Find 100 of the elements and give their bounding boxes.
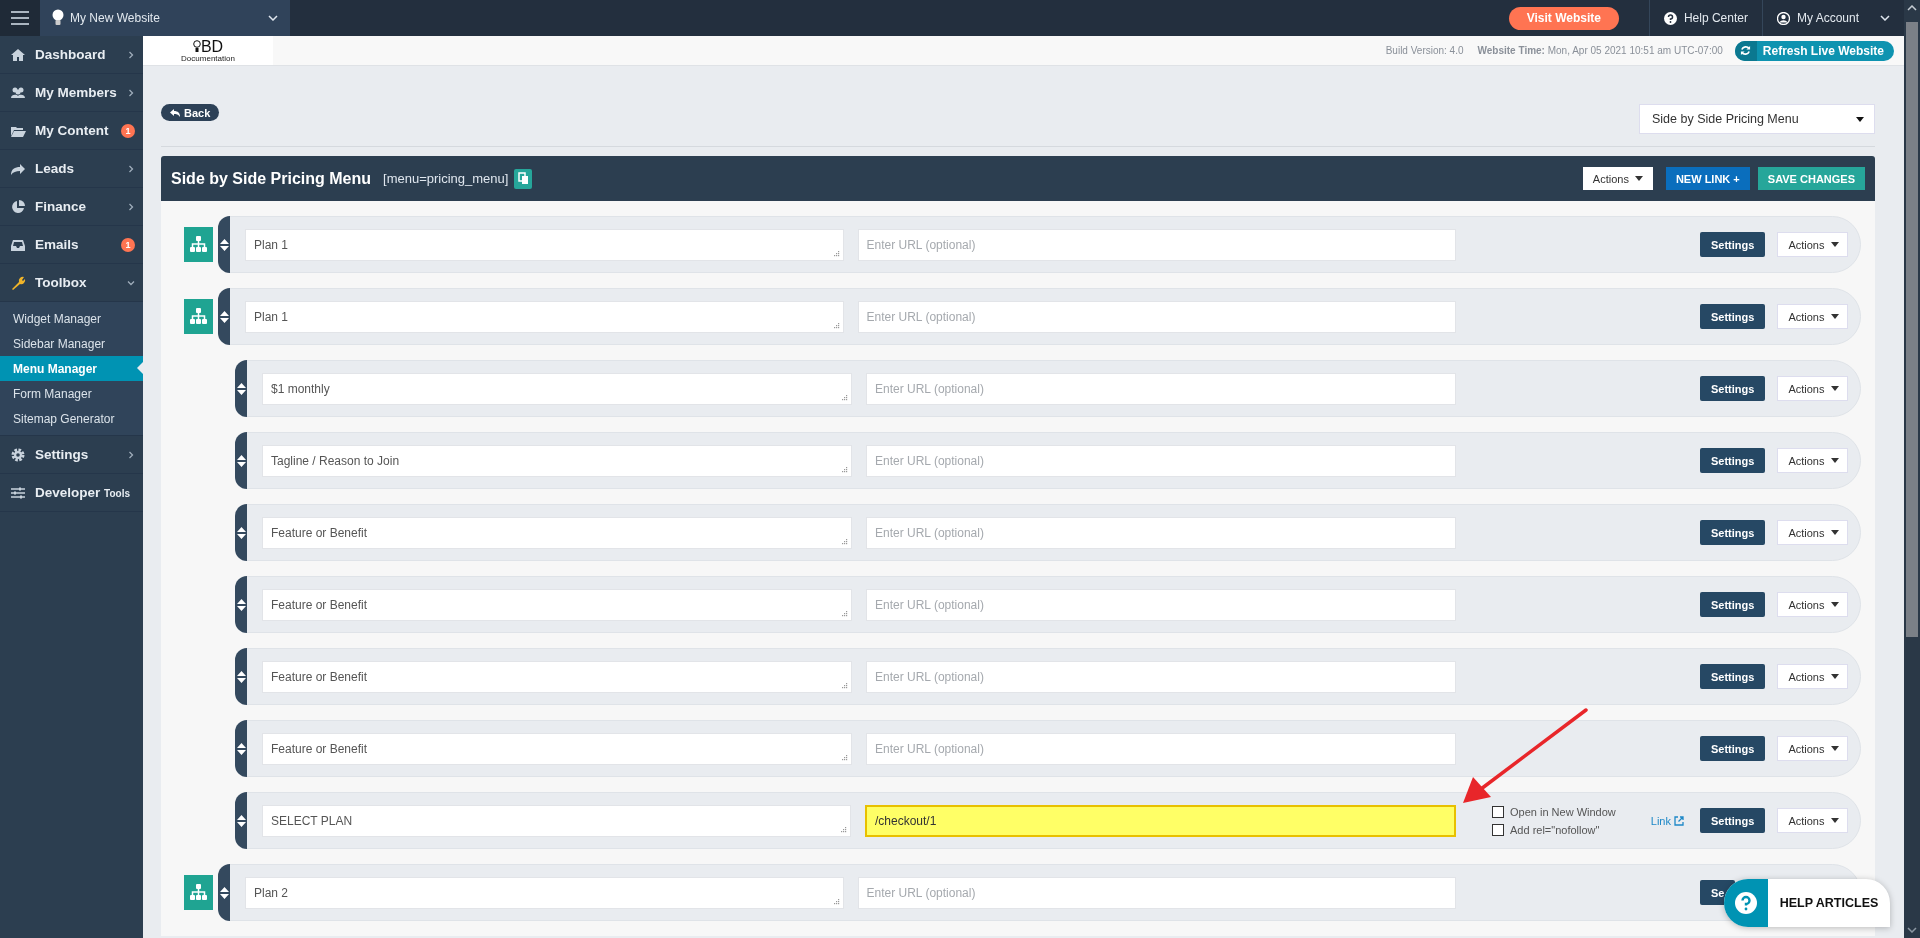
copy-button[interactable]: [514, 168, 533, 189]
resize-grip-icon[interactable]: [841, 609, 848, 617]
title-field[interactable]: Plan 1: [245, 228, 844, 261]
caret-icon: [1831, 530, 1840, 535]
up-down-arrows-icon: [236, 741, 246, 756]
caret-icon: [1634, 176, 1643, 181]
settings-button[interactable]: Settings: [1700, 448, 1766, 473]
caret-icon: [1831, 602, 1840, 607]
checkbox[interactable]: [1492, 823, 1504, 836]
user-icon: [1776, 11, 1790, 25]
actions-button[interactable]: Actions: [1777, 592, 1849, 617]
drag-handle[interactable]: [235, 432, 247, 489]
title-field[interactable]: Plan 1: [245, 300, 844, 333]
resize-grip-icon[interactable]: [832, 321, 840, 329]
caret-icon: [1831, 314, 1840, 319]
submenu-item[interactable]: Menu Manager: [0, 356, 143, 381]
scroll-up-icon[interactable]: [1907, 5, 1917, 11]
help-articles-button[interactable]: HELP ARTICLES: [1724, 879, 1890, 927]
checkbox-label: Add rel="nofollow": [1510, 823, 1600, 836]
up-down-arrows-icon: [236, 525, 246, 540]
title-field[interactable]: Feature or Benefit: [262, 660, 852, 693]
sitemap-icon[interactable]: [184, 875, 213, 910]
help-icon: [1663, 11, 1677, 25]
settings-button[interactable]: Settings: [1700, 520, 1766, 545]
drag-handle[interactable]: [235, 576, 247, 633]
sitemap-icon[interactable]: [184, 299, 213, 334]
drag-handle[interactable]: [235, 648, 247, 705]
drag-handle[interactable]: [235, 792, 247, 849]
gear-icon: [10, 446, 26, 463]
checkbox[interactable]: [1492, 805, 1504, 818]
drag-handle[interactable]: [218, 216, 230, 273]
resize-grip-icon[interactable]: [832, 249, 840, 257]
caret-icon: [1831, 242, 1840, 247]
chevron-down-icon: [1880, 15, 1890, 21]
sidebar-item[interactable]: Emails 1: [0, 226, 143, 264]
actions-button[interactable]: Actions: [1777, 232, 1849, 257]
submenu-item[interactable]: Widget Manager: [0, 306, 143, 331]
actions-button[interactable]: Actions: [1777, 448, 1849, 473]
submenu-item[interactable]: Sidebar Manager: [0, 331, 143, 356]
website-time: Website Time: Mon, Apr 05 2021 10:51 am UTC-07:00: [1477, 45, 1723, 56]
url-field[interactable]: /checkout/1: [865, 804, 1456, 837]
settings-button[interactable]: Settings: [1700, 232, 1766, 257]
scrollbar[interactable]: [1904, 0, 1920, 938]
title-field[interactable]: Feature or Benefit: [262, 516, 852, 549]
actions-button[interactable]: Actions: [1777, 736, 1849, 761]
title-field[interactable]: SELECT PLAN: [262, 804, 851, 837]
up-down-arrows-icon: [236, 669, 246, 684]
title-field[interactable]: Plan 2: [245, 876, 844, 909]
help-icon: [1735, 892, 1757, 914]
resize-grip-icon[interactable]: [841, 753, 848, 761]
caret-icon: [1831, 746, 1840, 751]
scroll-down-icon[interactable]: [1907, 927, 1917, 933]
menu-icon: [11, 11, 29, 25]
title-field[interactable]: Feature or Benefit: [262, 588, 852, 621]
menu-dropdown[interactable]: Side by Side Pricing Menu: [1639, 104, 1875, 134]
settings-button[interactable]: Settings: [1700, 808, 1766, 833]
drag-handle[interactable]: [235, 360, 247, 417]
settings-button[interactable]: Settings: [1700, 304, 1766, 329]
drag-handle[interactable]: [218, 288, 230, 345]
new-link-button[interactable]: NEW LINK +: [1665, 167, 1750, 190]
settings-button[interactable]: Settings: [1700, 376, 1766, 401]
settings-button[interactable]: Settings: [1700, 592, 1766, 617]
submenu-item[interactable]: Form Manager: [0, 381, 143, 406]
drag-handle[interactable]: [218, 864, 230, 921]
up-down-arrows-icon: [236, 453, 246, 468]
title-field[interactable]: $1 monthly: [262, 372, 852, 405]
actions-button[interactable]: Actions: [1777, 520, 1849, 545]
resize-grip-icon[interactable]: [841, 393, 848, 401]
drag-handle[interactable]: [235, 504, 247, 561]
actions-button[interactable]: Actions: [1777, 664, 1849, 689]
title-field[interactable]: Tagline / Reason to Join: [262, 444, 852, 477]
wrench-icon: [10, 274, 26, 291]
settings-button[interactable]: Settings: [1700, 736, 1766, 761]
drag-handle[interactable]: [235, 720, 247, 777]
resize-grip-icon[interactable]: [841, 681, 848, 689]
refresh-live-website-button[interactable]: Refresh Live Website: [1734, 40, 1894, 61]
up-down-arrows-icon: [236, 381, 246, 396]
website-selector[interactable]: My New Website: [40, 0, 290, 36]
copy-icon: [517, 172, 529, 185]
back-button[interactable]: Back: [161, 104, 220, 121]
submenu-item[interactable]: Sitemap Generator: [0, 406, 143, 431]
settings-button[interactable]: Settings: [1700, 664, 1766, 689]
back-arrow-icon: [170, 108, 180, 117]
sidebar-item[interactable]: My Content 1: [0, 112, 143, 150]
resize-grip-icon[interactable]: [841, 537, 848, 545]
resize-grip-icon[interactable]: [841, 465, 848, 473]
actions-button[interactable]: Actions: [1777, 304, 1849, 329]
actions-button[interactable]: Actions: [1582, 167, 1653, 190]
title-field[interactable]: Feature or Benefit: [262, 732, 852, 765]
resize-grip-icon[interactable]: [840, 825, 847, 833]
count-badge: 1: [121, 123, 135, 138]
actions-button[interactable]: Actions: [1777, 808, 1849, 833]
resize-grip-icon[interactable]: [832, 897, 840, 905]
sitemap-icon[interactable]: [184, 227, 213, 262]
caret-icon: [1831, 818, 1840, 823]
actions-button[interactable]: Actions: [1777, 376, 1849, 401]
build-version: Build Version: 4.0: [1385, 45, 1464, 56]
menu-button[interactable]: [0, 0, 40, 36]
up-down-arrows-icon: [219, 309, 229, 324]
external-link-icon: [1674, 815, 1684, 826]
